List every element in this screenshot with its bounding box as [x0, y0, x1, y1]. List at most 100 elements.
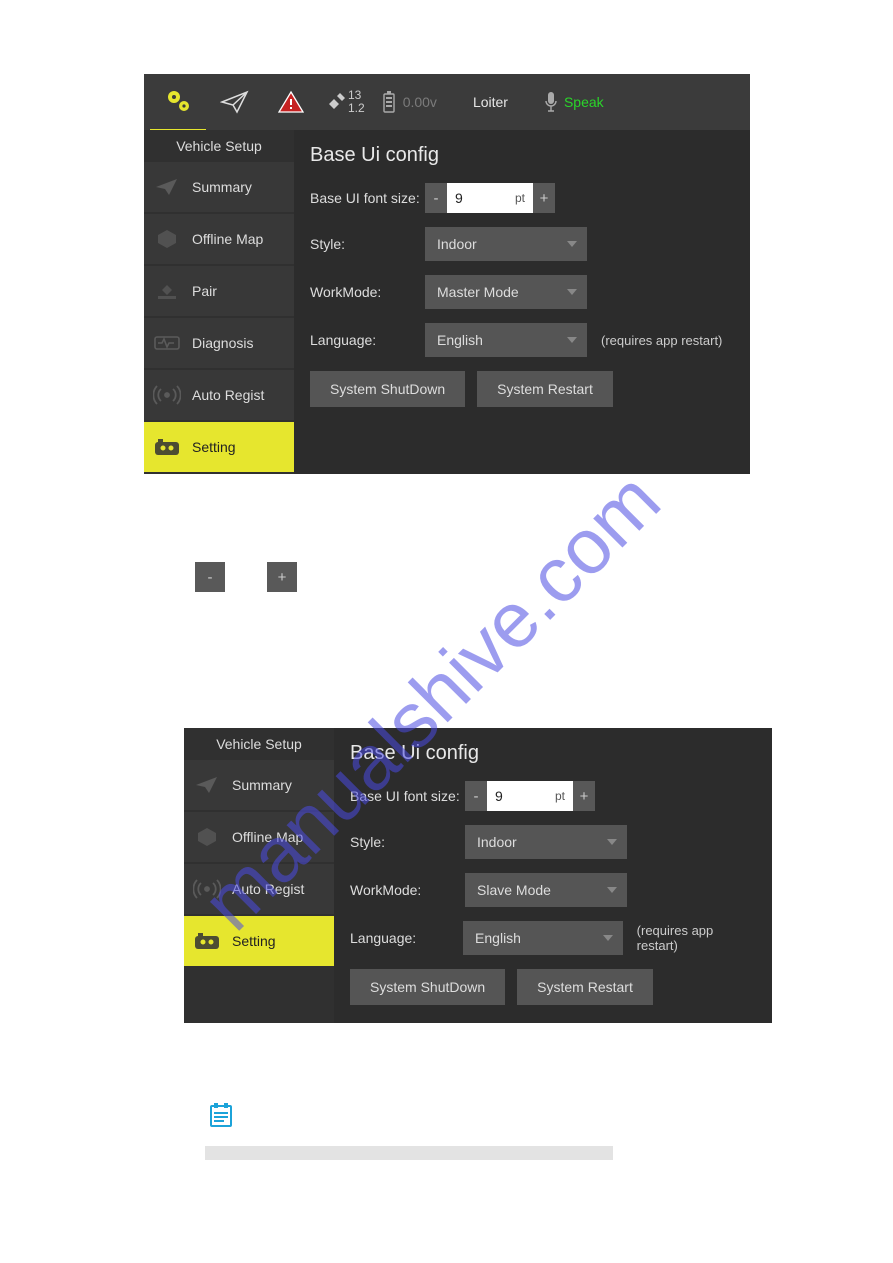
tab-warnings[interactable]: [264, 74, 318, 130]
action-row: System ShutDown System Restart: [350, 969, 756, 1005]
row-language: Language: English (requires app restart): [310, 323, 734, 357]
font-minus-button[interactable]: -: [425, 183, 447, 213]
font-size-value: 9: [495, 788, 503, 804]
system-restart-button[interactable]: System Restart: [517, 969, 653, 1005]
chevron-down-icon: [603, 935, 613, 941]
paper-plane-icon: [220, 89, 250, 115]
sidebar-title: Vehicle Setup: [184, 730, 334, 760]
sidebar-item-setting[interactable]: Setting: [144, 422, 294, 472]
speak-button[interactable]: Speak: [536, 74, 612, 130]
row-style: Style: Indoor: [350, 825, 756, 859]
chevron-down-icon: [567, 241, 577, 247]
workmode-dropdown[interactable]: Slave Mode: [465, 873, 627, 907]
language-note: (requires app restart): [637, 923, 756, 953]
sidebar-item-label: Offline Map: [192, 231, 263, 247]
workmode-dropdown[interactable]: Master Mode: [425, 275, 587, 309]
chevron-down-icon: [567, 337, 577, 343]
sidebar-item-auto-regist[interactable]: Auto Regist: [184, 864, 334, 914]
system-restart-button[interactable]: System Restart: [477, 371, 613, 407]
sidebar-item-setting[interactable]: Setting: [184, 916, 334, 966]
chevron-down-icon: [607, 839, 617, 845]
sat-hdop: 1.2: [348, 102, 365, 115]
font-size-value: 9: [455, 190, 463, 206]
app-screenshot-slave: Vehicle Setup Summary Offline Map Auto R…: [184, 728, 772, 1023]
sidebar-item-auto-regist[interactable]: Auto Regist: [144, 370, 294, 420]
broadcast-icon: [192, 875, 222, 903]
language-note: (requires app restart): [601, 333, 722, 348]
gears-icon: [164, 88, 192, 114]
example-minus-button[interactable]: -: [195, 562, 225, 592]
example-plus-button[interactable]: +: [267, 562, 297, 592]
style-dropdown[interactable]: Indoor: [465, 825, 627, 859]
row-style: Style: Indoor: [310, 227, 734, 261]
battery-status: 0.00v: [373, 74, 445, 130]
font-minus-button[interactable]: -: [465, 781, 487, 811]
action-row: System ShutDown System Restart: [310, 371, 734, 407]
chevron-down-icon: [567, 289, 577, 295]
language-dropdown[interactable]: English: [425, 323, 587, 357]
style-label: Style:: [350, 834, 465, 850]
font-plus-button[interactable]: +: [533, 183, 555, 213]
sidebar-item-label: Offline Map: [232, 829, 303, 845]
sidebar-item-summary[interactable]: Summary: [144, 162, 294, 212]
system-shutdown-button[interactable]: System ShutDown: [350, 969, 505, 1005]
plane-icon: [192, 771, 222, 799]
stepper-buttons-example: - +: [195, 562, 297, 592]
sidebar-item-label: Auto Regist: [192, 387, 264, 403]
camera-icon: [152, 433, 182, 461]
sidebar-item-offline-map[interactable]: Offline Map: [184, 812, 334, 862]
sidebar-item-label: Summary: [192, 179, 252, 195]
satellite-icon: [326, 92, 346, 112]
workmode-value: Slave Mode: [477, 882, 551, 898]
row-font-size: Base UI font size: - 9 pt +: [310, 183, 734, 213]
font-size-input[interactable]: 9 pt: [447, 183, 533, 213]
font-plus-button[interactable]: +: [573, 781, 595, 811]
battery-icon: [381, 90, 397, 114]
workmode-value: Master Mode: [437, 284, 519, 300]
font-size-unit: pt: [515, 191, 525, 205]
warning-triangle-icon: [278, 90, 304, 114]
style-label: Style:: [310, 236, 425, 252]
diagnosis-icon: [152, 329, 182, 357]
sidebar-item-label: Pair: [192, 283, 217, 299]
row-font-size: Base UI font size: - 9 pt +: [350, 781, 756, 811]
sidebar-item-label: Diagnosis: [192, 335, 253, 351]
system-shutdown-button[interactable]: System ShutDown: [310, 371, 465, 407]
note-icon: [209, 1102, 233, 1128]
sidebar: Vehicle Setup Summary Offline Map Auto R…: [184, 728, 334, 1023]
sidebar-item-label: Auto Regist: [232, 881, 304, 897]
font-size-input[interactable]: 9 pt: [487, 781, 573, 811]
sidebar-item-offline-map[interactable]: Offline Map: [144, 214, 294, 264]
font-size-label: Base UI font size:: [310, 190, 425, 206]
sidebar-item-label: Summary: [232, 777, 292, 793]
plane-icon: [152, 173, 182, 201]
language-dropdown[interactable]: English: [463, 921, 623, 955]
map-hex-icon: [152, 225, 182, 253]
sidebar-item-pair[interactable]: Pair: [144, 266, 294, 316]
app-screenshot-master: 13 1.2 0.00v Loiter Speak Vehicle Setup …: [144, 74, 750, 474]
config-panel: Base Ui config Base UI font size: - 9 pt…: [294, 130, 750, 474]
flight-mode[interactable]: Loiter: [459, 74, 522, 130]
tab-settings-gears[interactable]: [150, 73, 206, 132]
style-dropdown[interactable]: Indoor: [425, 227, 587, 261]
chevron-down-icon: [607, 887, 617, 893]
sidebar-title: Vehicle Setup: [144, 132, 294, 162]
sidebar-item-label: Setting: [232, 933, 276, 949]
pair-icon: [152, 277, 182, 305]
microphone-icon: [544, 91, 558, 113]
sidebar-item-diagnosis[interactable]: Diagnosis: [144, 318, 294, 368]
language-label: Language:: [350, 930, 463, 946]
top-bar: 13 1.2 0.00v Loiter Speak: [144, 74, 750, 130]
row-workmode: WorkMode: Slave Mode: [350, 873, 756, 907]
speak-label: Speak: [564, 94, 604, 110]
style-value: Indoor: [477, 834, 517, 850]
sidebar: Vehicle Setup Summary Offline Map Pair D…: [144, 130, 294, 474]
config-heading: Base Ui config: [350, 742, 756, 765]
sidebar-item-summary[interactable]: Summary: [184, 760, 334, 810]
config-heading: Base Ui config: [310, 144, 734, 167]
tab-flight[interactable]: [206, 74, 264, 130]
row-workmode: WorkMode: Master Mode: [310, 275, 734, 309]
sidebar-item-label: Setting: [192, 439, 236, 455]
style-value: Indoor: [437, 236, 477, 252]
font-size-label: Base UI font size:: [350, 788, 465, 804]
